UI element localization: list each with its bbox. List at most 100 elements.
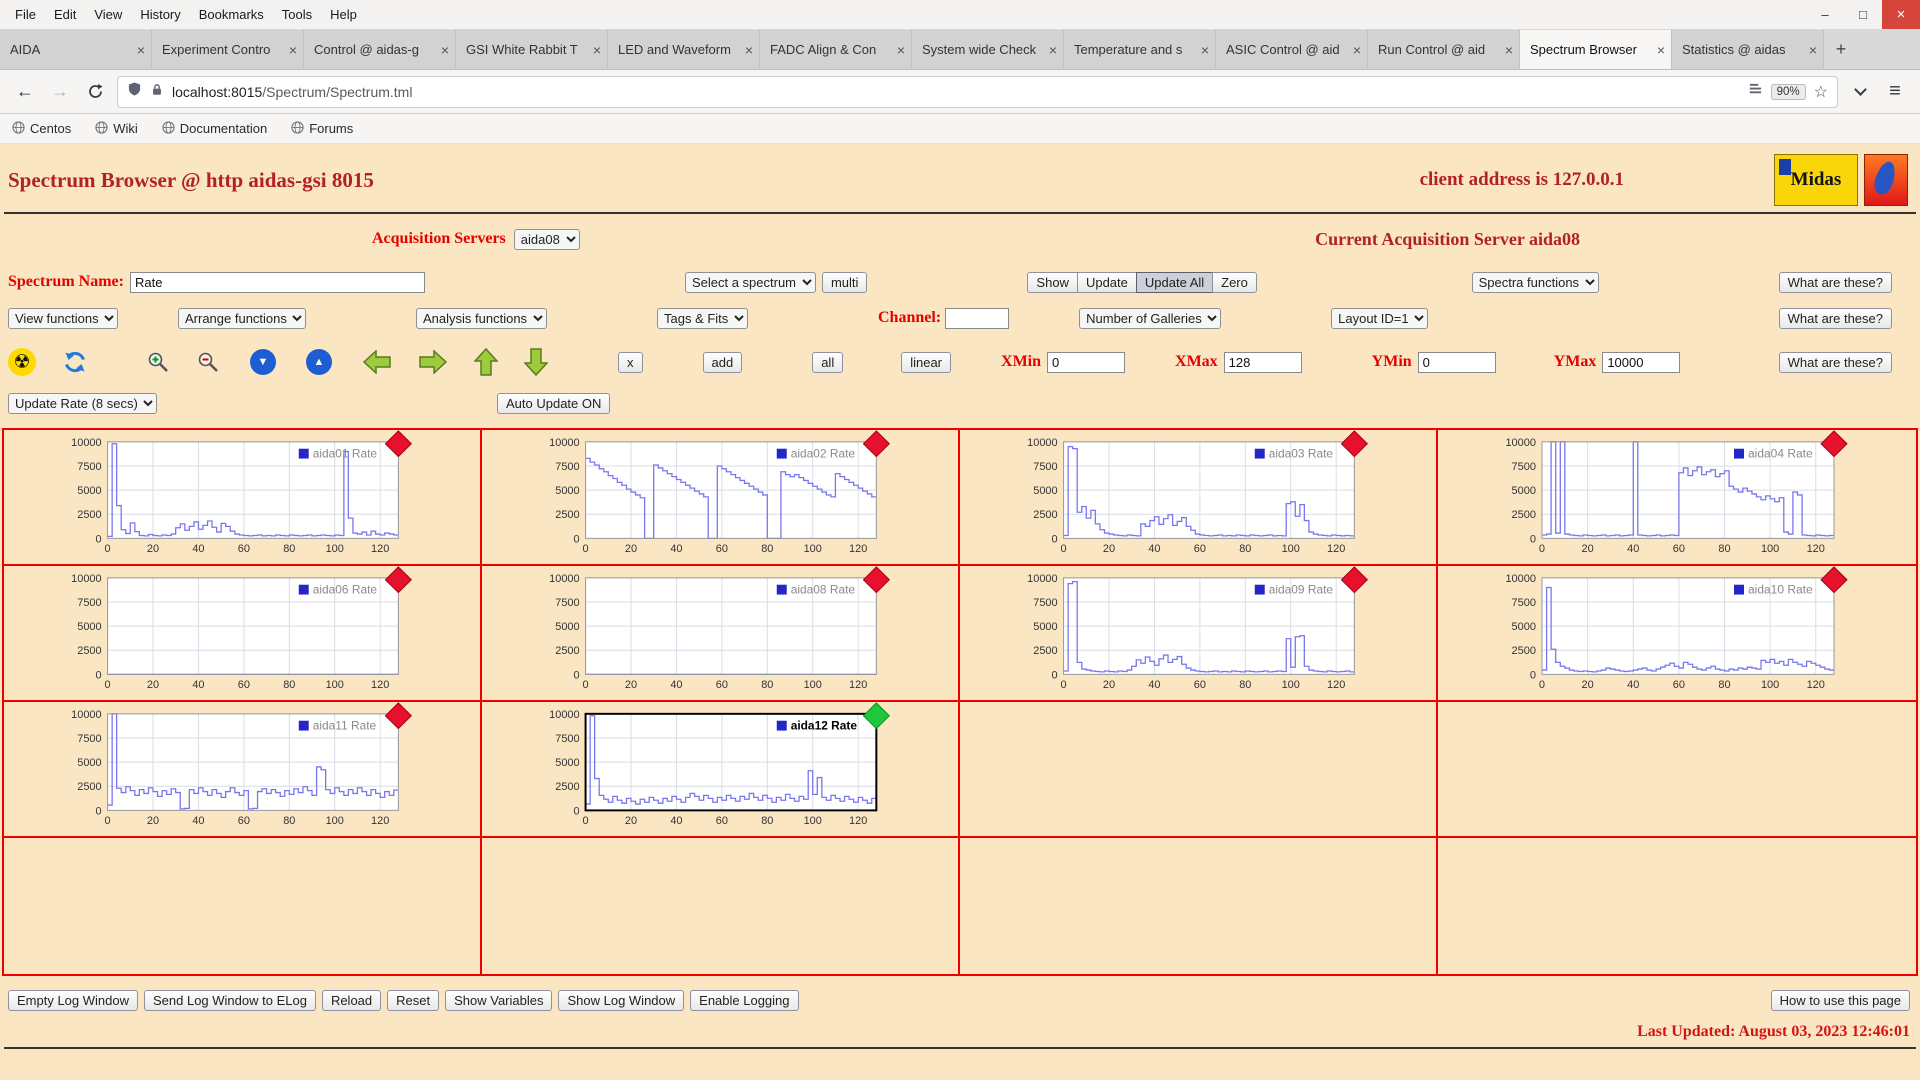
- view-functions-dropdown[interactable]: View functions: [8, 308, 118, 329]
- tab-close-icon[interactable]: ×: [441, 42, 449, 58]
- spectrum-plot[interactable]: 025005000750010000020406080100120 aida12…: [482, 702, 958, 836]
- circle-up-arrow-icon[interactable]: ▲: [306, 349, 332, 375]
- how-to-use-button[interactable]: How to use this page: [1771, 990, 1910, 1011]
- tab-close-icon[interactable]: ×: [1049, 42, 1057, 58]
- shield-icon[interactable]: [127, 81, 142, 102]
- log-button-enable-logging[interactable]: Enable Logging: [690, 990, 798, 1011]
- reload-icon[interactable]: [82, 83, 108, 100]
- spectrum-cell-aida11[interactable]: 025005000750010000020406080100120 aida11…: [4, 702, 482, 838]
- reader-view-icon[interactable]: [1748, 82, 1763, 102]
- menu-tools[interactable]: Tools: [273, 7, 321, 22]
- zoom-out-icon[interactable]: [196, 350, 220, 374]
- all-button[interactable]: all: [812, 352, 843, 373]
- arrow-right-icon[interactable]: [418, 350, 448, 374]
- midas-logo[interactable]: Midas: [1774, 154, 1858, 206]
- spectrum-cell-aida09[interactable]: 025005000750010000020406080100120 aida09…: [960, 566, 1438, 702]
- menu-view[interactable]: View: [85, 7, 131, 22]
- spectrum-plot[interactable]: 025005000750010000020406080100120 aida06…: [4, 566, 480, 700]
- bookmark-star-icon[interactable]: ☆: [1814, 82, 1828, 102]
- multi-button[interactable]: multi: [822, 272, 867, 293]
- add-button[interactable]: add: [703, 352, 743, 373]
- tcl-powered-logo[interactable]: [1864, 154, 1908, 206]
- tab-system-wide-check[interactable]: System wide Check×: [912, 30, 1064, 69]
- circle-down-arrow-icon[interactable]: ▼: [250, 349, 276, 375]
- menu-bookmarks[interactable]: Bookmarks: [190, 7, 273, 22]
- zoom-in-icon[interactable]: [146, 350, 170, 374]
- log-button-reset[interactable]: Reset: [387, 990, 439, 1011]
- spectrum-cell-aida10[interactable]: 025005000750010000020406080100120 aida10…: [1438, 566, 1916, 702]
- log-button-reload[interactable]: Reload: [322, 990, 381, 1011]
- number-of-galleries-dropdown[interactable]: Number of Galleries: [1079, 308, 1221, 329]
- what-are-these-button-1[interactable]: What are these?: [1779, 272, 1892, 293]
- library-chevron-icon[interactable]: [1847, 89, 1873, 94]
- spectrum-plot[interactable]: 025005000750010000020406080100120 aida09…: [960, 566, 1436, 700]
- spectrum-cell-aida06[interactable]: 025005000750010000020406080100120 aida06…: [4, 566, 482, 702]
- xmin-input[interactable]: [1047, 352, 1125, 373]
- log-button-show-variables[interactable]: Show Variables: [445, 990, 552, 1011]
- tab-close-icon[interactable]: ×: [1809, 42, 1817, 58]
- spectrum-cell-aida04[interactable]: 025005000750010000020406080100120 aida04…: [1438, 430, 1916, 566]
- forward-icon[interactable]: →: [47, 81, 73, 102]
- spectrum-plot[interactable]: 025005000750010000020406080100120 aida03…: [960, 430, 1436, 564]
- spectra-functions-dropdown[interactable]: Spectra functions: [1472, 272, 1599, 293]
- spectrum-plot[interactable]: 025005000750010000020406080100120 aida04…: [1438, 430, 1916, 564]
- spectrum-cell-aida01[interactable]: 025005000750010000020406080100120 aida01…: [4, 430, 482, 566]
- log-button-send-log-window-to-elog[interactable]: Send Log Window to ELog: [144, 990, 316, 1011]
- tab-led-and-waveform[interactable]: LED and Waveform×: [608, 30, 760, 69]
- url-text[interactable]: localhost:8015/Spectrum/Spectrum.tml: [172, 84, 1740, 100]
- tab-statistics-aidas[interactable]: Statistics @ aidas×: [1672, 30, 1824, 69]
- tab-temperature-and-s[interactable]: Temperature and s×: [1064, 30, 1216, 69]
- tags-fits-dropdown[interactable]: Tags & Fits: [657, 308, 748, 329]
- minimize-window-button[interactable]: –: [1806, 0, 1844, 29]
- tab-asic-control-aid[interactable]: ASIC Control @ aid×: [1216, 30, 1368, 69]
- spectrum-plot[interactable]: 025005000750010000020406080100120 aida08…: [482, 566, 958, 700]
- tab-close-icon[interactable]: ×: [1505, 42, 1513, 58]
- arrow-left-icon[interactable]: [362, 350, 392, 374]
- tab-close-icon[interactable]: ×: [1353, 42, 1361, 58]
- analysis-functions-dropdown[interactable]: Analysis functions: [416, 308, 547, 329]
- tab-experiment-contro[interactable]: Experiment Contro×: [152, 30, 304, 69]
- show-button[interactable]: Show: [1027, 272, 1077, 293]
- acquisition-server-select[interactable]: aida08: [514, 229, 580, 250]
- menu-file[interactable]: File: [6, 7, 45, 22]
- linear-button[interactable]: linear: [901, 352, 951, 373]
- spectrum-plot[interactable]: 025005000750010000020406080100120 aida02…: [482, 430, 958, 564]
- close-window-button[interactable]: ×: [1882, 0, 1920, 29]
- tab-close-icon[interactable]: ×: [289, 42, 297, 58]
- log-button-show-log-window[interactable]: Show Log Window: [558, 990, 684, 1011]
- update-button[interactable]: Update: [1077, 272, 1136, 293]
- tab-close-icon[interactable]: ×: [137, 42, 145, 58]
- spectrum-cell-aida08[interactable]: 025005000750010000020406080100120 aida08…: [482, 566, 960, 702]
- what-are-these-button-2[interactable]: What are these?: [1779, 308, 1892, 329]
- lock-icon[interactable]: [150, 82, 164, 102]
- bookmark-documentation[interactable]: Documentation: [162, 121, 267, 137]
- spectrum-cell-aida02[interactable]: 025005000750010000020406080100120 aida02…: [482, 430, 960, 566]
- tab-gsi-white-rabbit-t[interactable]: GSI White Rabbit T×: [456, 30, 608, 69]
- x-button[interactable]: x: [618, 352, 643, 373]
- tab-run-control-aid[interactable]: Run Control @ aid×: [1368, 30, 1520, 69]
- what-are-these-button-3[interactable]: What are these?: [1779, 352, 1892, 373]
- new-tab-button[interactable]: +: [1824, 30, 1858, 69]
- tab-close-icon[interactable]: ×: [897, 42, 905, 58]
- spectrum-name-input[interactable]: [130, 272, 425, 293]
- radiation-icon[interactable]: ☢: [8, 348, 36, 376]
- url-bar[interactable]: localhost:8015/Spectrum/Spectrum.tml 90%…: [117, 76, 1838, 108]
- ymin-input[interactable]: [1418, 352, 1496, 373]
- tab-control-aidas-g[interactable]: Control @ aidas-g×: [304, 30, 456, 69]
- select-spectrum-dropdown[interactable]: Select a spectrum: [685, 272, 816, 293]
- log-button-empty-log-window[interactable]: Empty Log Window: [8, 990, 138, 1011]
- tab-aida[interactable]: AIDA×: [0, 30, 152, 69]
- spectrum-plot[interactable]: 025005000750010000020406080100120 aida10…: [1438, 566, 1916, 700]
- hamburger-menu-icon[interactable]: ≡: [1882, 80, 1908, 103]
- tab-close-icon[interactable]: ×: [1201, 42, 1209, 58]
- maximize-window-button[interactable]: □: [1844, 0, 1882, 29]
- tab-close-icon[interactable]: ×: [1657, 42, 1665, 58]
- tab-close-icon[interactable]: ×: [745, 42, 753, 58]
- auto-update-button[interactable]: Auto Update ON: [497, 393, 610, 414]
- bookmark-wiki[interactable]: Wiki: [95, 121, 138, 137]
- zero-button[interactable]: Zero: [1212, 272, 1257, 293]
- channel-input[interactable]: [945, 308, 1009, 329]
- arrow-down-icon[interactable]: [524, 347, 548, 377]
- tab-close-icon[interactable]: ×: [593, 42, 601, 58]
- arrow-up-icon[interactable]: [474, 347, 498, 377]
